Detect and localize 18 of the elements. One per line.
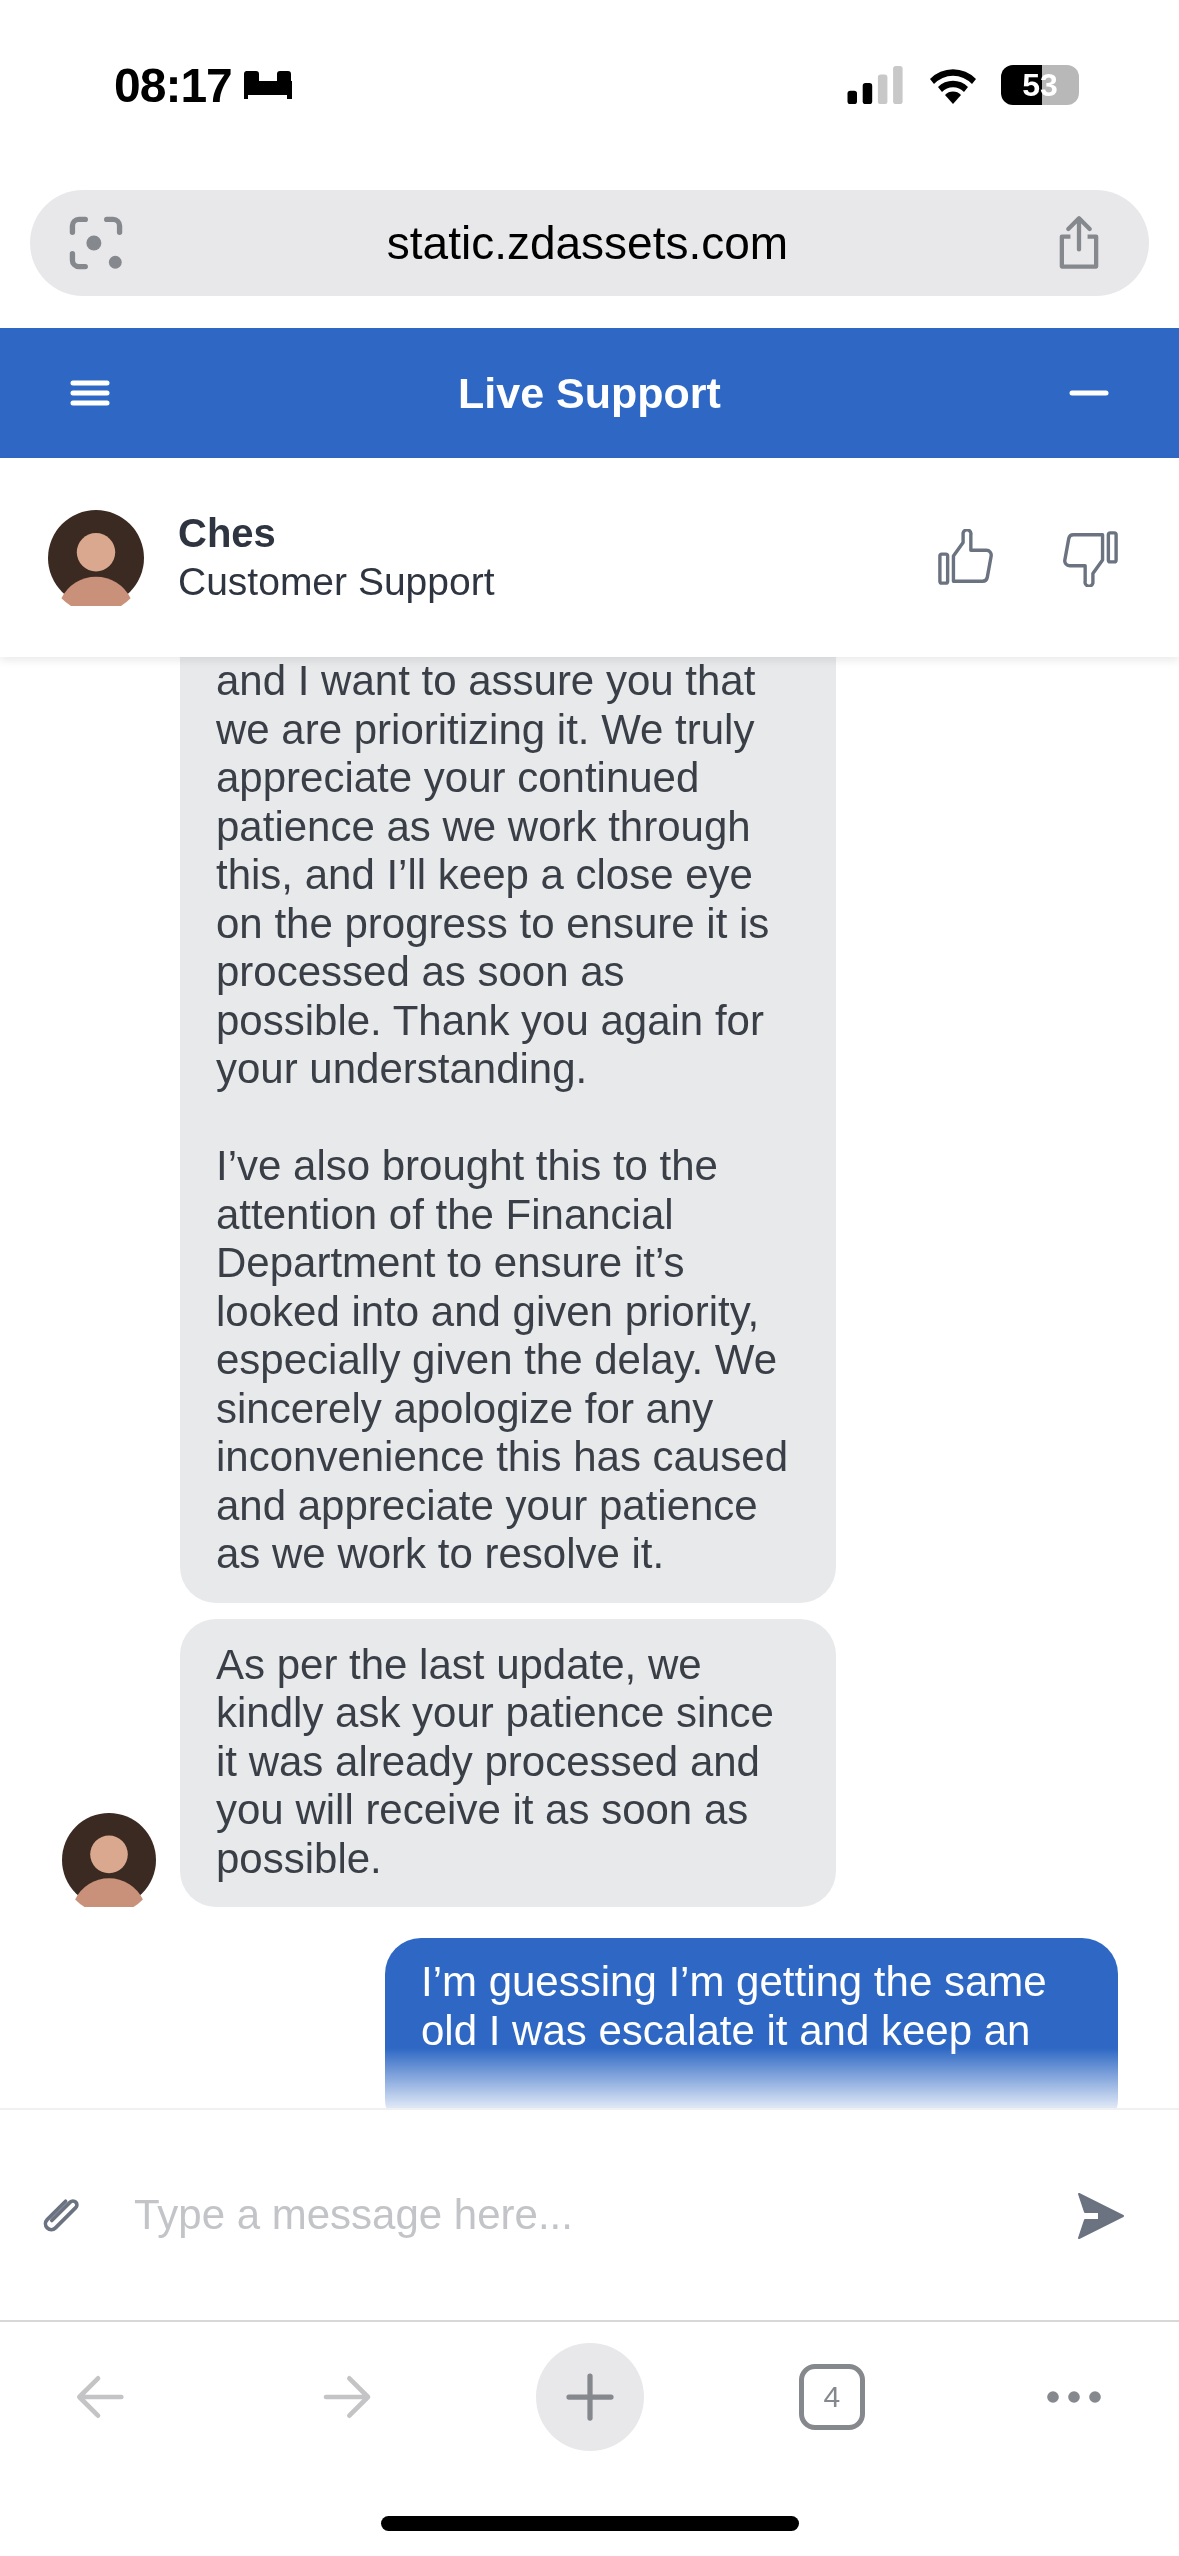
thumbs-down-icon[interactable] bbox=[1061, 528, 1119, 587]
wifi-icon bbox=[927, 66, 979, 104]
message-text: I’ve also brought this to the attention of the Financial Department to ensure it’s looked into and given priority, especially given the delay. We sincerely apologize for any inconvenience this has caused and appreciate your patience as we work to resolve it. bbox=[216, 1142, 790, 1579]
address-bar[interactable]: static.zdassets.com bbox=[30, 190, 1149, 296]
message-text: and I want to assure you that we are prioritizing it. We truly appreciate your continued patience as we work through this, and I’ll keep a close eye on the progress to ensure it is processed as soon as possible. Thank you again for your understanding. bbox=[216, 657, 771, 1094]
signal-icon bbox=[847, 66, 905, 104]
message-text: As per the last update, we kindly ask your patience since it was already processed and you will receive it as soon as possible. bbox=[216, 1640, 775, 1883]
bed-icon bbox=[241, 69, 294, 101]
tab-count-button[interactable]: 4 bbox=[798, 2364, 865, 2430]
chat-title: Live Support bbox=[458, 368, 721, 418]
message-input-field[interactable]: Type a message here... bbox=[134, 2191, 1025, 2239]
agent-role: Customer Support bbox=[178, 560, 495, 604]
send-icon[interactable] bbox=[1075, 2190, 1125, 2240]
url-text: static.zdassets.com bbox=[386, 216, 789, 270]
thumbs-up-icon[interactable] bbox=[937, 528, 995, 587]
message-text: I’m guessing I’m getting the same old I was escalate it and keep an bbox=[421, 1958, 1048, 2055]
agent-name: Ches bbox=[178, 511, 277, 556]
status-time: 08:17 bbox=[114, 57, 232, 113]
